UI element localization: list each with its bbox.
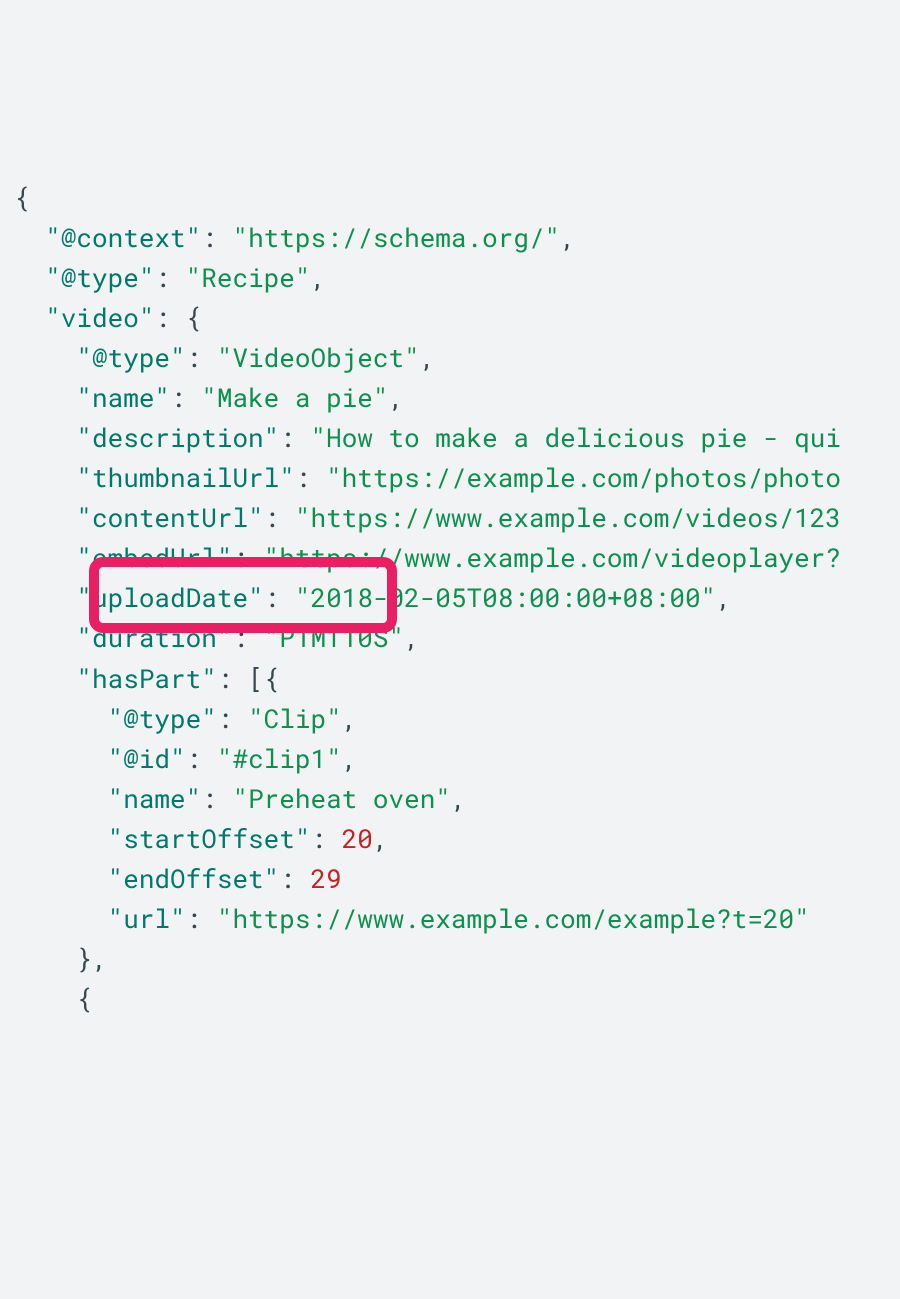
colon: : [201,782,217,816]
json-key: "endOffset" [108,862,280,896]
json-key: "description" [76,421,279,455]
code-line: "embedUrl": "https://www.example.com/vid… [14,538,886,578]
code-line: "thumbnailUrl": "https://example.com/pho… [14,458,886,498]
colon: : [232,541,248,575]
json-string: "https://www.example.com/example?t=20" [217,902,810,936]
colon: : [295,461,311,495]
code-line: "@type": "Clip", [14,699,886,739]
code-line: "duration": "P1MT10S", [14,618,886,658]
json-key: "startOffset" [108,822,311,856]
json-number: 20 [342,822,373,856]
colon: : [217,662,233,696]
json-string: "https://example.com/photos/photo [326,461,841,495]
json-string: "#clip1" [217,742,342,776]
comma: , [420,341,436,375]
json-string: "Clip" [248,702,342,736]
bracket-brace: [{ [248,662,279,696]
json-string: "How to make a delicious pie - qui [310,421,841,455]
colon: : [217,702,233,736]
json-key: "@context" [45,221,201,255]
json-string: "VideoObject" [217,341,420,375]
code-block: { "@context": "https://schema.org/", "@t… [14,178,886,1019]
colon: : [154,301,170,335]
brace: }, [76,942,107,976]
code-line: "@type": "Recipe", [14,258,886,298]
json-string: "Recipe" [186,261,311,295]
code-line: "description": "How to make a delicious … [14,418,886,458]
json-string: "https://www.example.com/videos/123 [295,501,841,535]
code-line: "hasPart": [{ [14,659,886,699]
code-line: "@type": "VideoObject", [14,338,886,378]
comma: , [560,221,576,255]
colon: : [201,221,217,255]
json-key: "uploadDate" [76,581,263,615]
colon: : [279,862,295,896]
json-string: "P1MT10S" [264,621,404,655]
colon: : [279,421,295,455]
colon: : [186,902,202,936]
colon: : [154,261,170,295]
code-line: "name": "Make a pie", [14,378,886,418]
json-key: "contentUrl" [76,501,263,535]
brace: { [14,181,30,215]
json-key: "@id" [108,742,186,776]
json-string: "https://schema.org/" [232,221,560,255]
code-line: "@context": "https://schema.org/", [14,218,886,258]
code-line: "name": "Preheat oven", [14,779,886,819]
code-line: "endOffset": 29 [14,859,886,899]
code-line: "uploadDate": "2018-02-05T08:00:00+08:00… [14,578,886,618]
comma: , [373,822,389,856]
brace: { [186,301,202,335]
json-key: "hasPart" [76,662,216,696]
json-key: "thumbnailUrl" [76,461,294,495]
comma: , [389,381,405,415]
colon: : [186,742,202,776]
comma: , [716,581,732,615]
colon: : [264,501,280,535]
colon: : [186,341,202,375]
json-string: "Make a pie" [201,381,388,415]
code-line: "url": "https://www.example.com/example?… [14,899,886,939]
code-line: }, [14,939,886,979]
json-key: "duration" [76,621,232,655]
colon: : [310,822,326,856]
json-string: "https://www.example.com/videoplayer? [264,541,841,575]
code-line: "startOffset": 20, [14,819,886,859]
comma: , [310,261,326,295]
json-key: "@type" [45,261,154,295]
comma: , [404,621,420,655]
json-key: "url" [108,902,186,936]
code-line: "video": { [14,298,886,338]
json-string: "Preheat oven" [232,782,450,816]
code-line: "contentUrl": "https://www.example.com/v… [14,498,886,538]
json-key: "embedUrl" [76,541,232,575]
json-string: "2018-02-05T08:00:00+08:00" [295,581,716,615]
brace: { [76,982,92,1016]
json-number: 29 [310,862,341,896]
colon: : [232,621,248,655]
code-line: { [14,979,886,1019]
json-key: "@type" [108,702,217,736]
comma: , [451,782,467,816]
json-key: "@type" [76,341,185,375]
code-line: { [14,178,886,218]
comma: , [342,702,358,736]
json-key: "video" [45,301,154,335]
code-line: "@id": "#clip1", [14,739,886,779]
json-key: "name" [108,782,202,816]
colon: : [264,581,280,615]
json-key: "name" [76,381,170,415]
comma: , [342,742,358,776]
colon: : [170,381,186,415]
